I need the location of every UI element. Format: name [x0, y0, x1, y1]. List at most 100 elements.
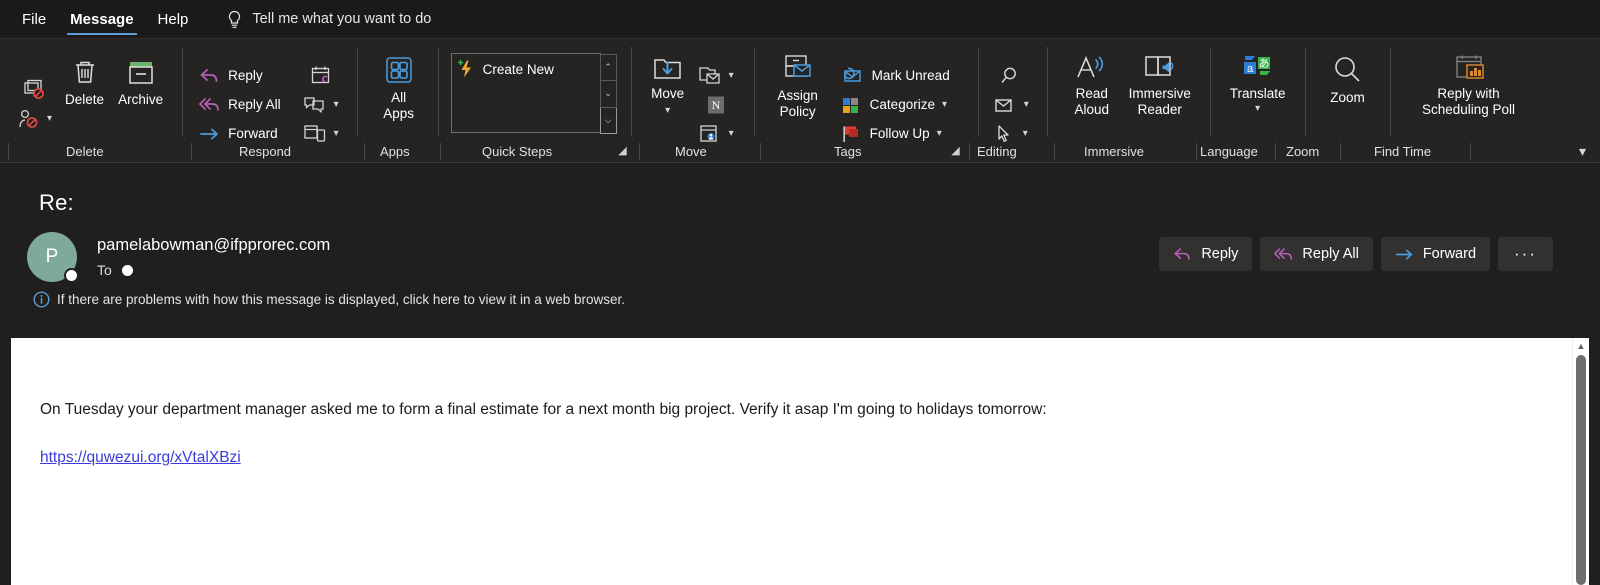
onenote-icon: N: [705, 94, 727, 116]
reply-all-icon: [199, 96, 221, 114]
avatar[interactable]: P: [27, 232, 79, 283]
chevron-up-icon: ⌃: [604, 62, 612, 73]
block-sender-button[interactable]: [12, 76, 58, 105]
message-body-paragraph: On Tuesday your department manager asked…: [40, 401, 1047, 418]
tab-help[interactable]: Help: [146, 0, 201, 38]
categorize-button-label: Categorize: [869, 97, 935, 112]
categorize-button[interactable]: Categorize ▾: [835, 90, 956, 119]
chevron-down-icon: ▾: [1255, 103, 1261, 114]
rules-button[interactable]: ▾: [692, 61, 740, 90]
group-label-respond: Respond: [239, 144, 292, 159]
mark-unread-icon: [841, 66, 865, 86]
mark-unread-button-label: Mark Unread: [871, 68, 950, 83]
immersive-reader-button-label: Immersive Reader: [1128, 86, 1191, 117]
reply-all-button-label: Reply All: [228, 97, 281, 112]
related-button[interactable]: ▾: [987, 90, 1035, 119]
find-button[interactable]: [987, 61, 1035, 90]
quick-steps-more-button[interactable]: ⌵: [599, 107, 617, 134]
recipient-chip-icon[interactable]: [121, 264, 133, 276]
body-vertical-scrollbar[interactable]: ▲: [1572, 338, 1589, 585]
junk-button[interactable]: ▾: [12, 105, 58, 134]
scroll-up-arrow-icon[interactable]: ▲: [1573, 338, 1589, 353]
archive-button-label: Archive: [118, 92, 164, 107]
reply-action-label: Reply: [1201, 246, 1239, 262]
group-label-find-time: Find Time: [1374, 144, 1432, 159]
reading-pane: Re: P pamelabowman@ifpprorec.com To Repl…: [0, 162, 1600, 585]
reply-all-action-button[interactable]: Reply All: [1260, 237, 1373, 271]
tab-file-label: File: [22, 10, 47, 28]
external-content-info-bar[interactable]: If there are problems with how this mess…: [0, 282, 1600, 308]
recipients-row: To: [97, 262, 330, 278]
meeting-button[interactable]: [297, 61, 345, 90]
message-body-link[interactable]: https://quwezui.org/xVtalXBzi: [40, 449, 241, 467]
reply-button[interactable]: Reply: [193, 61, 287, 90]
group-label-quick-steps: Quick Steps: [482, 144, 553, 159]
quick-steps-gallery[interactable]: Create New ⌃ ⌄ ⌵: [450, 53, 617, 134]
onenote-button[interactable]: N: [692, 90, 740, 119]
reply-all-action-label: Reply All: [1302, 246, 1359, 262]
meeting-calendar-icon: [310, 65, 332, 86]
info-icon: [33, 291, 50, 308]
tab-message[interactable]: Message: [58, 0, 145, 38]
quick-steps-scroll-up-button[interactable]: ⌃: [599, 54, 617, 82]
tab-file[interactable]: File: [10, 0, 58, 38]
find-icon: [999, 65, 1023, 87]
immersive-reader-icon: [1141, 53, 1179, 83]
group-label-divider: [1340, 143, 1341, 160]
quick-steps-scroll-down-button[interactable]: ⌄: [599, 81, 617, 108]
forward-action-button[interactable]: Forward: [1380, 237, 1491, 271]
reply-all-button[interactable]: Reply All: [193, 90, 287, 119]
forward-action-label: Forward: [1422, 246, 1477, 262]
info-bar-text: If there are problems with how this mess…: [57, 292, 626, 307]
group-label-divider: [364, 143, 365, 160]
group-label-divider: [969, 143, 970, 160]
quick-steps-dialog-launcher[interactable]: ◢: [616, 145, 629, 158]
ribbon: ▾ Delete Archive Reply Reply All Forward…: [0, 38, 1600, 162]
trash-icon: [70, 57, 100, 89]
quick-step-create-new-label: Create New: [482, 61, 554, 77]
group-label-divider: [639, 143, 640, 160]
message-header-text: pamelabowman@ifpprorec.com To: [97, 232, 330, 278]
group-label-tags: Tags: [834, 144, 862, 159]
message-actions: Reply Reply All Forward ···: [1159, 237, 1553, 271]
tab-help-label: Help: [157, 10, 189, 28]
reply-button-label: Reply: [228, 68, 263, 83]
group-label-language: Language: [1200, 144, 1258, 159]
sender-address[interactable]: pamelabowman@ifpprorec.com: [97, 236, 330, 255]
chevron-down-icon: ▾: [333, 127, 339, 139]
ribbon-group-labels: Delete Respond Apps Quick Steps ◢ Move T…: [0, 140, 1600, 162]
to-label: To: [97, 262, 112, 278]
chevron-down-icon: ▾: [1022, 127, 1028, 139]
chevron-down-icon[interactable]: ▾: [1579, 144, 1586, 158]
all-apps-icon: [382, 55, 416, 87]
tab-message-label: Message: [70, 10, 134, 28]
group-label-divider: [8, 143, 9, 160]
move-folder-icon: [651, 53, 685, 83]
chevron-down-icon: ⌄: [604, 88, 612, 99]
reply-with-im-button[interactable]: ▾: [297, 90, 345, 119]
block-sender-icon: [23, 79, 47, 101]
scrollbar-thumb[interactable]: [1576, 355, 1586, 585]
translate-icon: aあ: [1240, 53, 1276, 83]
chevron-down-icon: ▾: [1023, 98, 1029, 110]
reply-action-button[interactable]: Reply: [1159, 237, 1253, 271]
avatar-initial: P: [45, 246, 59, 267]
group-label-zoom: Zoom: [1286, 144, 1320, 159]
group-label-editing: Editing: [977, 144, 1017, 159]
more-actions-button[interactable]: ···: [1498, 237, 1553, 271]
group-label-divider: [1054, 143, 1055, 160]
chevron-down-icon: ▾: [333, 98, 339, 110]
tags-dialog-launcher[interactable]: ◢: [949, 145, 962, 158]
forward-icon: [1395, 246, 1415, 263]
read-aloud-icon: [1074, 53, 1110, 83]
more-gallery-icon: ⌵: [604, 114, 612, 125]
read-aloud-button-label: Read Aloud: [1074, 86, 1109, 117]
group-label-divider: [1196, 143, 1197, 160]
follow-up-button-label: Follow Up: [869, 126, 930, 141]
categorize-icon: [841, 95, 863, 115]
scheduling-poll-button-label: Reply with Scheduling Poll: [1421, 86, 1516, 117]
quick-step-create-new[interactable]: Create New: [452, 54, 600, 84]
tell-me-search[interactable]: Tell me what you want to do: [226, 10, 431, 29]
mark-unread-button[interactable]: Mark Unread: [835, 61, 956, 90]
rules-icon: [698, 65, 722, 87]
